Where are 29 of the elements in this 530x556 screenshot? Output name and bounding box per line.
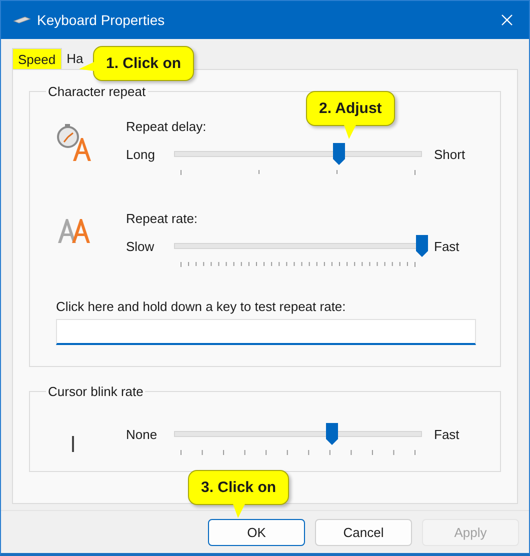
slider-thumb[interactable] bbox=[326, 423, 338, 445]
slider-label: Repeat rate: bbox=[126, 211, 198, 227]
group-title: Character repeat bbox=[47, 84, 147, 99]
tab[interactable]: Ha bbox=[62, 48, 88, 69]
slider-thumb[interactable] bbox=[416, 235, 428, 257]
group-title: Cursor blink rate bbox=[47, 384, 144, 399]
callout-pointer bbox=[232, 504, 245, 518]
slider-min-label: Slow bbox=[126, 239, 156, 254]
dialog-button[interactable]: OK bbox=[208, 518, 305, 546]
callout: 3. Click on bbox=[188, 470, 290, 505]
callout-pointer bbox=[344, 125, 356, 139]
callout: 2. Adjust bbox=[306, 91, 395, 126]
field-label: Click here and hold down a key to test repeat rate: bbox=[56, 299, 347, 314]
slider-min-label: None bbox=[126, 427, 158, 442]
slider-max-label: Fast bbox=[433, 427, 460, 442]
window-title: Keyboard Properties bbox=[37, 12, 166, 28]
slider-label: Repeat delay: bbox=[126, 119, 206, 135]
tab[interactable]: Speed bbox=[12, 48, 62, 69]
callout: 1. Click on bbox=[93, 46, 194, 81]
slider-thumb[interactable] bbox=[333, 143, 346, 165]
slider-max-label: Short bbox=[433, 147, 466, 162]
slider-max-label: Fast bbox=[433, 239, 460, 254]
close-icon[interactable] bbox=[501, 14, 513, 26]
callout-pointer bbox=[79, 62, 94, 71]
test-input-field[interactable] bbox=[56, 319, 476, 345]
slider-min-label: Long bbox=[126, 147, 156, 162]
keyboard-icon bbox=[13, 16, 31, 24]
text-cursor-icon bbox=[72, 436, 74, 452]
dialog-button[interactable]: Cancel bbox=[315, 518, 412, 546]
